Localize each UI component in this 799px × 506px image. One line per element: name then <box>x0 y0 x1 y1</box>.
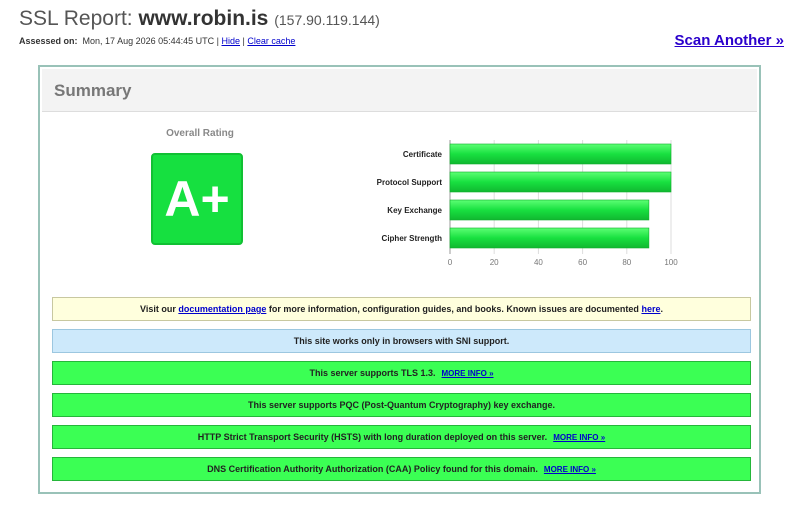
x-tick-label: 40 <box>534 258 543 267</box>
sni-notice-text: This site works only in browsers with SN… <box>293 336 510 346</box>
category-label: Protocol Support <box>377 178 443 187</box>
known-issues-link[interactable]: here <box>641 304 660 314</box>
hsts-notice: HTTP Strict Transport Security (HSTS) wi… <box>52 425 751 449</box>
x-tick-label: 80 <box>622 258 631 267</box>
rating-bar <box>449 199 650 221</box>
rating-chart: 0 20 40 60 80 100 Certificate Protocol Support K… <box>377 140 678 267</box>
summary-header: Summary <box>42 69 757 112</box>
hide-link[interactable]: Hide <box>222 36 241 46</box>
doc-text-after: . <box>660 304 663 314</box>
pqc-notice-text: This server supports PQC (Post-Quantum C… <box>247 400 556 410</box>
host-ip: (157.90.119.144) <box>274 12 380 28</box>
sni-notice: This site works only in browsers with SN… <box>52 329 751 353</box>
category-label: Key Exchange <box>387 206 442 215</box>
host-name: www.robin.is <box>138 7 269 30</box>
scan-another-link[interactable]: Scan Another » <box>675 32 784 49</box>
tls13-notice-text: This server supports TLS 1.3. <box>309 368 436 378</box>
doc-text-before: Visit our <box>140 304 176 314</box>
assessed-value: Mon, 17 Aug 2026 05:44:45 UTC | <box>82 36 219 46</box>
documentation-notice: Visit our documentation page for more in… <box>52 297 751 321</box>
category-label: Certificate <box>403 150 443 159</box>
overall-rating-label: Overall Rating <box>166 128 234 139</box>
title-prefix: SSL Report: <box>19 7 133 30</box>
x-tick-label: 0 <box>448 258 453 267</box>
category-label: Cipher Strength <box>382 234 443 243</box>
rating-bar <box>449 171 672 193</box>
caa-notice: DNS Certification Authority Authorizatio… <box>52 457 751 481</box>
clear-cache-link[interactable]: Clear cache <box>247 36 295 46</box>
hsts-more-info-link[interactable]: MORE INFO » <box>553 433 605 442</box>
x-tick-label: 20 <box>490 258 499 267</box>
documentation-page-link[interactable]: documentation page <box>178 304 266 314</box>
x-tick-label: 100 <box>664 258 678 267</box>
caa-more-info-link[interactable]: MORE INFO » <box>544 465 596 474</box>
hsts-notice-text: HTTP Strict Transport Security (HSTS) wi… <box>197 432 548 442</box>
link-separator: | <box>242 36 245 46</box>
summary-panel: Summary Overall Rating A+ 0 20 40 60 80 100 Ce… <box>38 65 761 494</box>
page-title: SSL Report: www.robin.is (157.90.119.144… <box>19 7 380 31</box>
pqc-notice: This server supports PQC (Post-Quantum C… <box>52 393 751 417</box>
grade-badge: A+ <box>151 153 243 245</box>
assessed-line: Assessed on: Mon, 17 Aug 2026 05:44:45 U… <box>19 36 295 46</box>
summary-title: Summary <box>54 81 132 100</box>
tls13-notice: This server supports TLS 1.3. MORE INFO … <box>52 361 751 385</box>
x-tick-label: 60 <box>578 258 587 267</box>
tls13-more-info-link[interactable]: MORE INFO » <box>442 369 494 378</box>
assessed-label: Assessed on: <box>19 36 78 46</box>
rating-bar <box>449 143 672 165</box>
caa-notice-text: DNS Certification Authority Authorizatio… <box>207 464 538 474</box>
doc-text-middle: for more information, configuration guid… <box>268 304 639 314</box>
rating-bar <box>449 227 650 249</box>
